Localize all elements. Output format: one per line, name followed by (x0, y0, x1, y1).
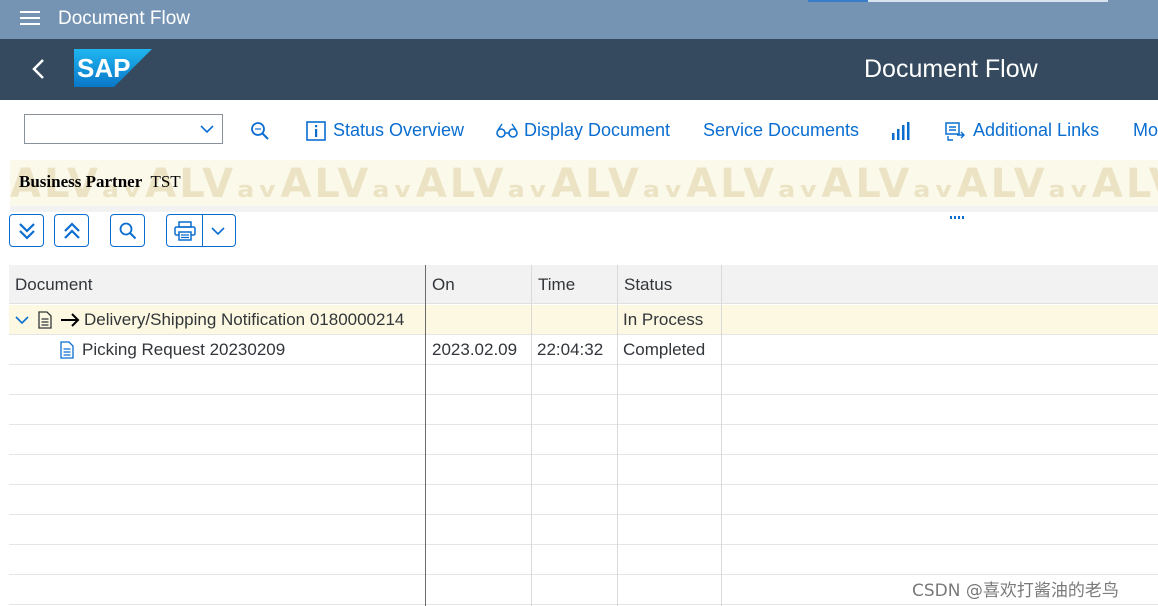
shell-header: SAP Document Flow (0, 39, 1158, 100)
splitter-handle[interactable] (950, 206, 968, 219)
empty-row (9, 455, 1158, 485)
collapse-all-button[interactable] (54, 214, 89, 247)
expand-all-button[interactable] (9, 214, 44, 247)
table-row[interactable]: Delivery/Shipping Notification 018000021… (9, 305, 1158, 335)
more-button[interactable]: Mo (1133, 120, 1158, 141)
column-header-time[interactable]: Time (538, 275, 575, 295)
alv-watermark-text: ALVₐᵥALVₐᵥALVₐᵥALVₐᵥALVₐᵥALVₐᵥALVₐᵥALVₐᵥ… (10, 161, 1158, 206)
document-cell[interactable]: Picking Request 20230209 (82, 340, 285, 360)
window-title: Document Flow (58, 8, 190, 29)
column-header-on[interactable]: On (432, 275, 455, 295)
status-cell: Completed (623, 340, 706, 359)
back-arrow-icon[interactable] (28, 57, 50, 81)
column-divider (531, 265, 532, 606)
search-button[interactable] (110, 214, 145, 247)
collapse-chevron-icon[interactable] (15, 315, 29, 325)
page-title: Document Flow (864, 55, 1038, 83)
empty-row (9, 515, 1158, 545)
top-title-bar: Document Flow (0, 0, 1158, 39)
chevron-down-icon (211, 227, 225, 236)
split-divider (202, 215, 203, 246)
table-header: Document On Time Status (9, 265, 1158, 304)
printer-icon (174, 221, 196, 241)
status-cell: In Process (623, 310, 704, 329)
alv-header-banner: ALVₐᵥALVₐᵥALVₐᵥALVₐᵥALVₐᵥALVₐᵥALVₐᵥALVₐᵥ… (10, 160, 1158, 206)
arrow-right-icon (61, 313, 80, 327)
business-partner-value: TST (150, 172, 181, 191)
chevron-down-icon (200, 125, 214, 134)
column-divider-frozen (425, 265, 426, 606)
double-chevron-up-icon (64, 222, 80, 239)
find-icon[interactable] (250, 121, 270, 141)
document-icon (60, 341, 74, 359)
business-partner-line: Business Partner TST (19, 172, 181, 192)
source-watermark: CSDN @喜欢打酱油的老鸟 (912, 581, 1119, 601)
column-header-document[interactable]: Document (15, 275, 92, 295)
hamburger-menu-icon[interactable] (20, 11, 40, 27)
on-cell: 2023.02.09 (432, 340, 518, 359)
sap-logo[interactable]: SAP (74, 49, 152, 87)
application-toolbar: Status Overview Display Document Service… (0, 100, 1158, 160)
empty-row (9, 485, 1158, 515)
double-chevron-down-icon (19, 223, 35, 240)
top-tab-indicator (808, 0, 1108, 2)
search-icon (119, 222, 137, 240)
empty-row (9, 365, 1158, 395)
document-cell[interactable]: Delivery/Shipping Notification 018000021… (84, 310, 404, 330)
column-header-status[interactable]: Status (624, 275, 672, 295)
glasses-icon (496, 123, 518, 138)
status-overview-button[interactable]: Status Overview (333, 120, 464, 141)
business-partner-label: Business Partner (19, 172, 143, 191)
column-divider (721, 265, 722, 606)
empty-row (9, 425, 1158, 455)
empty-row (9, 395, 1158, 425)
time-cell: 22:04:32 (537, 340, 604, 359)
info-icon (306, 121, 326, 141)
alv-separator (10, 206, 1158, 212)
document-icon (38, 311, 52, 329)
column-divider (617, 265, 618, 606)
sap-logo-text: SAP (77, 53, 130, 83)
service-documents-button[interactable]: Service Documents (703, 120, 859, 141)
bar-chart-icon[interactable] (890, 121, 910, 141)
additional-links-button[interactable]: Additional Links (973, 120, 1099, 141)
empty-row (9, 545, 1158, 575)
variant-dropdown[interactable] (24, 114, 223, 144)
table-row[interactable]: Picking Request 20230209 2023.02.09 22:0… (9, 335, 1158, 365)
additional-links-icon (945, 122, 965, 141)
display-document-button[interactable]: Display Document (524, 120, 670, 141)
print-menu-button[interactable] (166, 214, 236, 247)
